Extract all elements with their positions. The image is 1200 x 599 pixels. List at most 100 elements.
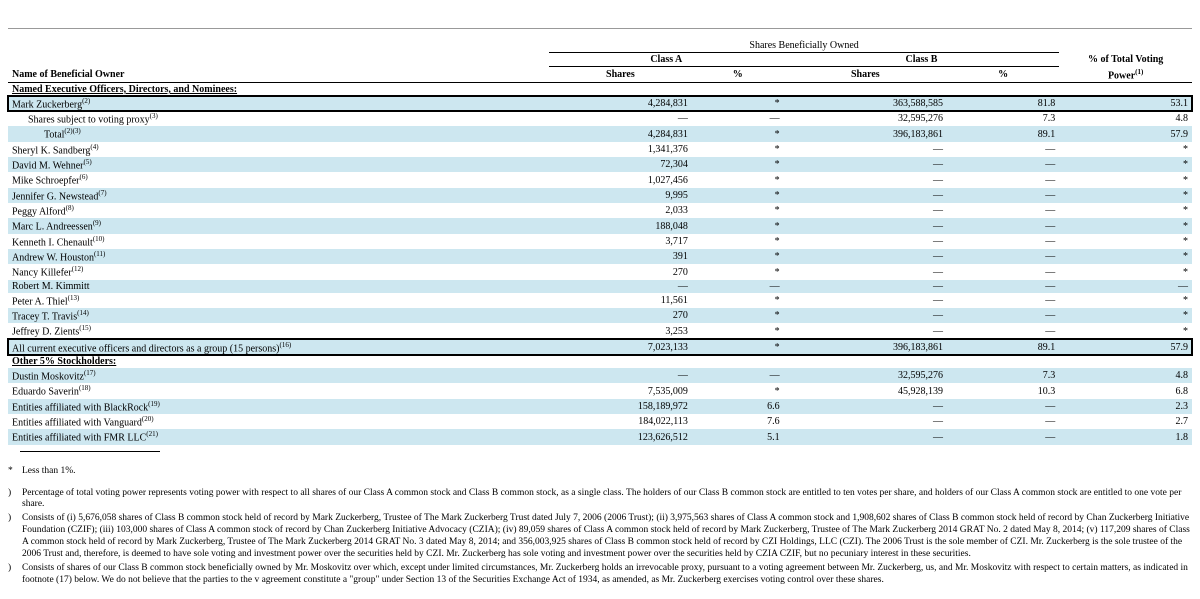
cell-a_sh: 1,027,456 [549,172,692,187]
hdr-a-pct: % [692,67,784,83]
cell-b_sh: — [784,399,947,414]
footnote-star: *Less than 1%. [8,466,1192,478]
table-row: Eduardo Saverin(18)7,535,009*45,928,1391… [8,383,1192,398]
cell-a_pc: * [692,157,784,172]
cell-b_pc: — [947,323,1059,339]
cell-vp: * [1059,218,1192,233]
cell-a_sh: 2,033 [549,203,692,218]
footnotes: *Less than 1%. )Percentage of total voti… [8,466,1192,587]
cell-b_pc: 89.1 [947,339,1059,355]
owner-name: Mike Schroepfer(6) [8,172,549,187]
owner-name: Andrew W. Houston(11) [8,249,549,264]
hdr-b-pct: % [947,67,1059,83]
cell-a_pc: * [692,383,784,398]
cell-a_pc: * [692,96,784,111]
cell-a_sh: 123,626,512 [549,429,692,444]
cell-vp: 2.7 [1059,414,1192,429]
footnote-1: )Percentage of total voting power repres… [8,488,1192,512]
table-row: Entities affiliated with Vanguard(20)184… [8,414,1192,429]
cell-a_pc: * [692,142,784,157]
cell-a_sh: 1,341,376 [549,142,692,157]
cell-a_sh: 3,717 [549,234,692,249]
cell-a_pc: * [692,126,784,141]
cell-a_sh: — [549,280,692,293]
cell-a_sh: — [549,368,692,383]
cell-b_pc: — [947,429,1059,444]
cell-b_pc: — [947,218,1059,233]
cell-b_pc: 7.3 [947,368,1059,383]
owner-name: Marc L. Andreessen(9) [8,218,549,233]
owner-name: Peggy Alford(8) [8,203,549,218]
cell-b_pc: — [947,414,1059,429]
owner-name: Eduardo Saverin(18) [8,383,549,398]
table-row: Sheryl K. Sandberg(4)1,341,376*——* [8,142,1192,157]
cell-b_sh: 32,595,276 [784,111,947,126]
table-row: Jennifer G. Newstead(7)9,995*——* [8,188,1192,203]
cell-vp: 57.9 [1059,126,1192,141]
cell-vp: 4.8 [1059,111,1192,126]
footnote-2: )Consists of (i) 5,676,058 shares of Cla… [8,513,1192,561]
cell-b_pc: — [947,249,1059,264]
cell-a_pc: * [692,188,784,203]
cell-a_sh: 391 [549,249,692,264]
cell-b_pc: 81.8 [947,96,1059,111]
cell-vp: 1.8 [1059,429,1192,444]
cell-a_pc: * [692,308,784,323]
cell-b_pc: — [947,234,1059,249]
cell-b_pc: — [947,203,1059,218]
header-row-2: Class A Class B % of Total Voting [8,53,1192,67]
owner-name: Entities affiliated with Vanguard(20) [8,414,549,429]
cell-b_sh: — [784,234,947,249]
cell-b_sh: — [784,218,947,233]
owner-name: Total(2)(3) [8,126,549,141]
footnote-rule [20,451,160,452]
cell-vp: 57.9 [1059,339,1192,355]
table-row: Peggy Alford(8)2,033*——* [8,203,1192,218]
cell-vp: 6.8 [1059,383,1192,398]
owner-name: Jennifer G. Newstead(7) [8,188,549,203]
hdr-voting: % of Total Voting [1059,53,1192,67]
cell-vp: * [1059,323,1192,339]
table-row: Marc L. Andreessen(9)188,048*——* [8,218,1192,233]
table-row: Shares subject to voting proxy(3)——32,59… [8,111,1192,126]
cell-a_sh: 184,022,113 [549,414,692,429]
cell-vp: * [1059,249,1192,264]
cell-a_pc: * [692,249,784,264]
hdr-class-b: Class B [784,53,1060,67]
cell-vp: 4.8 [1059,368,1192,383]
cell-b_sh: — [784,172,947,187]
owner-name: All current executive officers and direc… [8,339,549,355]
hdr-name: Name of Beneficial Owner [8,67,549,83]
cell-b_sh: 32,595,276 [784,368,947,383]
section-header-row: Named Executive Officers, Directors, and… [8,82,1192,96]
cell-b_pc: — [947,172,1059,187]
cell-b_pc: — [947,293,1059,308]
cell-a_sh: — [549,111,692,126]
cell-a_pc: 5.1 [692,429,784,444]
cell-a_pc: * [692,234,784,249]
cell-b_pc: — [947,264,1059,279]
header-row-1: Shares Beneficially Owned [8,39,1192,53]
cell-b_sh: — [784,188,947,203]
section-header-row: Other 5% Stockholders: [8,355,1192,368]
cell-vp: * [1059,264,1192,279]
table-row: Jeffrey D. Zients(15)3,253*——* [8,323,1192,339]
owner-name: Tracey T. Travis(14) [8,308,549,323]
hdr-power: Power(1) [1059,67,1192,83]
owner-name: Sheryl K. Sandberg(4) [8,142,549,157]
cell-a_pc: — [692,368,784,383]
cell-b_sh: — [784,323,947,339]
cell-b_sh: — [784,293,947,308]
table-row: Andrew W. Houston(11)391*——* [8,249,1192,264]
table-row: Mike Schroepfer(6)1,027,456*——* [8,172,1192,187]
cell-b_pc: 89.1 [947,126,1059,141]
owner-name: Peter A. Thiel(13) [8,293,549,308]
cell-vp: * [1059,172,1192,187]
table-row: David M. Wehner(5)72,304*——* [8,157,1192,172]
cell-vp: * [1059,234,1192,249]
cell-a_sh: 270 [549,308,692,323]
cell-a_sh: 7,023,133 [549,339,692,355]
cell-b_sh: — [784,249,947,264]
table-row: All current executive officers and direc… [8,339,1192,355]
cell-b_pc: 10.3 [947,383,1059,398]
